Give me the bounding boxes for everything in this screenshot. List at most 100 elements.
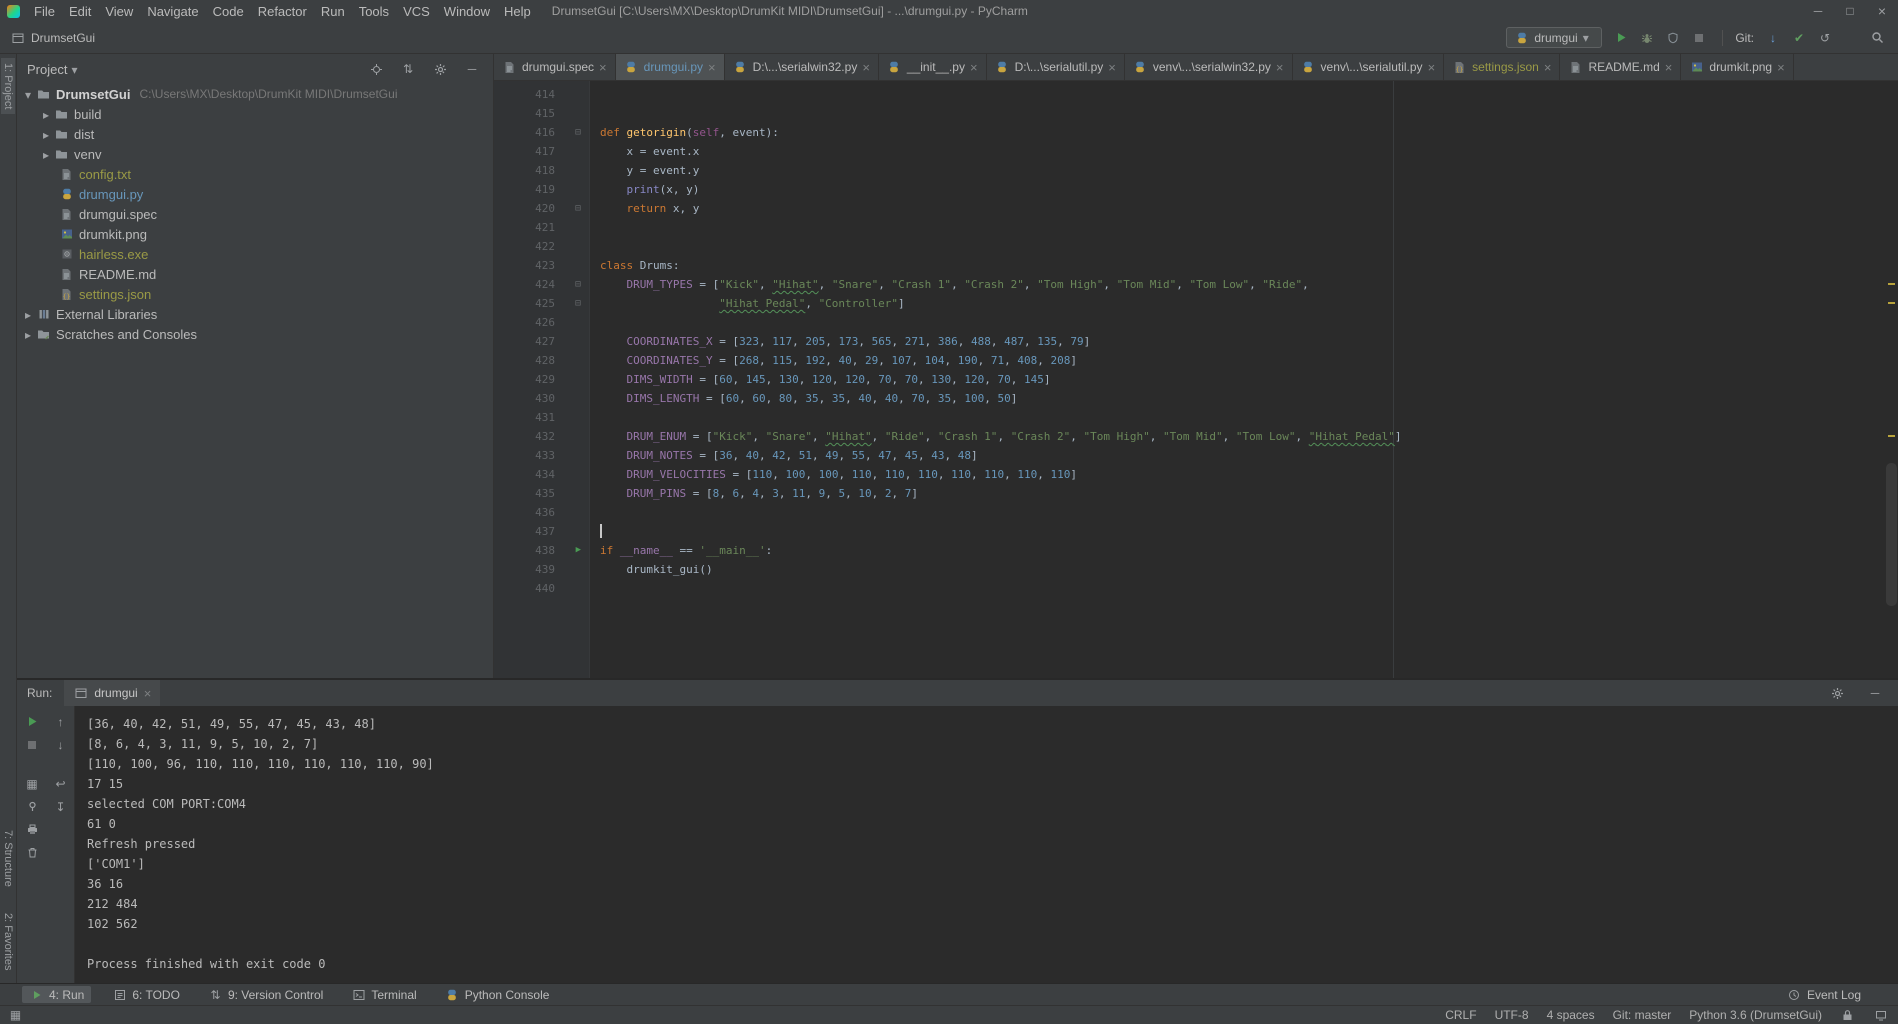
tree-item-drumkit-png[interactable]: drumkit.png [17,224,493,244]
maximize-button[interactable]: □ [1834,0,1866,22]
menu-tools[interactable]: Tools [352,4,396,19]
editor-scrollbar-thumb[interactable] [1886,463,1897,606]
code-line[interactable]: return x, y [590,199,1884,218]
menu-navigate[interactable]: Navigate [140,4,205,19]
code-line[interactable] [590,85,1884,104]
editor-tab-venv-serialutil-py[interactable]: venv\...\serialutil.py× [1293,54,1445,80]
close-tab-icon[interactable]: × [1665,61,1673,74]
line-number[interactable]: 417 [535,145,555,158]
collapse-all-button[interactable]: ⇅ [397,63,419,76]
code-line[interactable]: DRUM_TYPES = ["Kick", "Hihat", "Snare", … [590,275,1884,294]
status-crlf[interactable]: CRLF [1445,1008,1476,1022]
status-4-spaces[interactable]: 4 spaces [1547,1008,1595,1022]
fold-marker-icon[interactable]: ⊟ [575,275,581,294]
editor-tab-settings-json[interactable]: {}settings.json× [1444,54,1560,80]
menu-run[interactable]: Run [314,4,352,19]
status-utf-8[interactable]: UTF-8 [1495,1008,1529,1022]
line-number[interactable]: 421 [535,221,555,234]
soft-wrap-button[interactable]: ↩ [53,776,68,791]
code-line[interactable]: "Hihat Pedal", "Controller"] [590,294,1884,313]
chevron-right-icon[interactable]: ▸ [43,147,49,162]
tool-stripe-favorites[interactable]: 2: Favorites [1,908,15,975]
rerun-button[interactable] [25,714,40,729]
close-run-tab-icon[interactable]: × [144,687,152,700]
line-number[interactable]: 433 [535,449,555,462]
chevron-right-icon[interactable]: ▸ [25,307,31,322]
menu-vcs[interactable]: VCS [396,4,437,19]
code-line[interactable] [590,579,1884,598]
editor-tab-drumkit-png[interactable]: drumkit.png× [1681,54,1793,80]
tree-item-drumgui-py[interactable]: drumgui.py [17,184,493,204]
tree-item-external-libraries[interactable]: ▸External Libraries [17,304,493,324]
scroll-end-button[interactable]: ↧ [53,799,68,814]
close-tab-icon[interactable]: × [1276,61,1284,74]
fold-marker-icon[interactable]: ⊟ [575,294,581,313]
line-number[interactable]: 437 [535,525,555,538]
line-number[interactable]: 438 [535,544,555,557]
line-number[interactable]: 440 [535,582,555,595]
toolwindow-button-event-log[interactable]: Event Log [1780,986,1868,1003]
fold-marker-icon[interactable]: ⊟ [575,199,581,218]
editor-tab-drumgui-py[interactable]: drumgui.py× [616,54,725,80]
line-number[interactable]: 425 [535,297,555,310]
run-button[interactable] [1610,32,1632,44]
coverage-button[interactable] [1662,32,1684,44]
line-number[interactable]: 418 [535,164,555,177]
tree-item-scratches-and-consoles[interactable]: ▸Scratches and Consoles [17,324,493,344]
tree-item-hairless-exe[interactable]: hairless.exe [17,244,493,264]
line-number[interactable]: 427 [535,335,555,348]
editor-tab-init-py[interactable]: __init__.py× [879,54,987,80]
monitor-icon[interactable] [1873,1008,1888,1023]
line-number[interactable]: 436 [535,506,555,519]
line-number[interactable]: 415 [535,107,555,120]
line-number[interactable]: 429 [535,373,555,386]
toolwindow-button-6-todo[interactable]: 6: TODO [105,986,187,1003]
pin-button[interactable] [25,799,40,814]
tool-stripe-structure[interactable]: 7: Structure [1,825,15,892]
project-view-label[interactable]: Project [27,62,67,77]
close-tab-icon[interactable]: × [1544,61,1552,74]
close-tab-icon[interactable]: × [1428,61,1436,74]
editor-tab-readme-md[interactable]: README.md× [1560,54,1681,80]
close-tab-icon[interactable]: × [1777,61,1785,74]
code-line[interactable] [590,313,1884,332]
close-tab-icon[interactable]: × [599,61,607,74]
tree-item-readme-md[interactable]: README.md [17,264,493,284]
code-line[interactable]: DIMS_LENGTH = [60, 60, 80, 35, 35, 40, 4… [590,389,1884,408]
code-line[interactable]: print(x, y) [590,180,1884,199]
line-number[interactable]: 426 [535,316,555,329]
stop-button[interactable] [1688,32,1710,44]
warning-stripe-mark[interactable] [1888,283,1895,285]
menu-help[interactable]: Help [497,4,538,19]
line-number[interactable]: 423 [535,259,555,272]
toolwindow-button-4-run[interactable]: 4: Run [22,986,91,1003]
git-update-button[interactable]: ↓ [1762,32,1784,44]
run-content-tab[interactable]: drumgui × [64,680,160,706]
code-line[interactable]: DRUM_VELOCITIES = [110, 100, 100, 110, 1… [590,465,1884,484]
line-number[interactable]: 422 [535,240,555,253]
code-line[interactable] [590,503,1884,522]
search-button[interactable] [1866,31,1888,44]
tree-root[interactable]: ▾DrumsetGuiC:\Users\MX\Desktop\DrumKit M… [17,84,493,104]
close-button[interactable]: × [1866,0,1898,22]
editor-tab-venv-serialwin32-py[interactable]: venv\...\serialwin32.py× [1125,54,1293,80]
editor-tab-drumgui-spec[interactable]: drumgui.spec× [494,54,616,80]
run-configuration-select[interactable]: drumgui ▾ [1506,27,1602,48]
up-stack-button[interactable]: ↑ [53,714,68,729]
line-number[interactable]: 416 [535,126,555,139]
code-line[interactable]: if __name__ == '__main__': [590,541,1884,560]
code-line[interactable] [590,408,1884,427]
code-line[interactable]: y = event.y [590,161,1884,180]
toolwindow-switcher-icon[interactable]: ▦ [8,1008,23,1023]
line-number[interactable]: 419 [535,183,555,196]
tree-item-build[interactable]: ▸build [17,104,493,124]
editor-tab-d-serialwin32-py[interactable]: D:\...\serialwin32.py× [725,54,879,80]
tool-stripe-project[interactable]: 1: Project [1,58,15,114]
menu-window[interactable]: Window [437,4,497,19]
code-line[interactable]: def getorigin(self, event): [590,123,1884,142]
code-line[interactable] [590,104,1884,123]
line-number[interactable]: 434 [535,468,555,481]
menu-file[interactable]: File [27,4,62,19]
code-line[interactable]: COORDINATES_Y = [268, 115, 192, 40, 29, … [590,351,1884,370]
chevron-down-icon[interactable]: ▾ [25,87,31,102]
